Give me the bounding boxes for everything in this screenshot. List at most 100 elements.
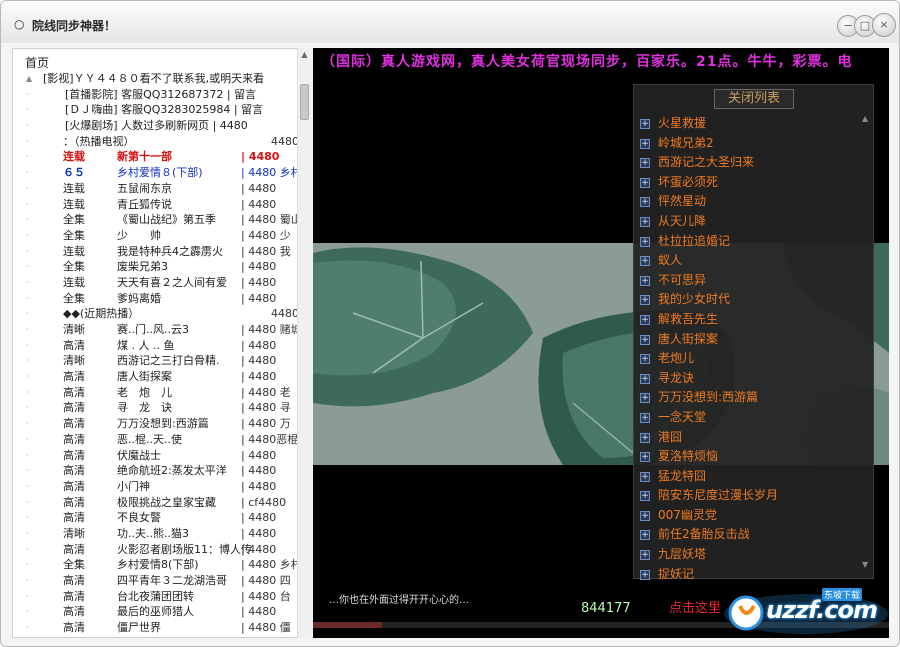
movie-list-item[interactable]: + 西游记之大圣归来 — [634, 153, 875, 173]
tree-row[interactable]: · 高清 台北夜蒲团团转 | 4480 台 — [13, 589, 299, 605]
tree-row[interactable]: · 高清 四平青年３二龙湖浩哥 | 4480 四 — [13, 573, 299, 589]
tree-row[interactable]: ▲ [影视]ＹＹ４４８０看不了联系我,或明天来看 — [13, 71, 299, 87]
tree-row[interactable]: · 全集 少 帅 | 4480 少 — [13, 228, 299, 244]
movie-list-item[interactable]: + 老炮儿 — [634, 349, 875, 369]
movie-list-item[interactable]: + 怦然星动 — [634, 192, 875, 212]
tree-row[interactable]: · 全集 爹妈离婚 | 4480 — [13, 291, 299, 307]
tree-row[interactable]: · ◆◆(近期热播） 4480 — [13, 306, 299, 322]
movie-list-item[interactable]: + 蚁人 — [634, 251, 875, 271]
expand-plus-icon[interactable]: + — [640, 412, 650, 423]
movie-list-item[interactable]: + 火星救援 — [634, 114, 875, 134]
tree-row[interactable]: ·高清恶..棍..天..使| 4480恶棍天使 — [13, 432, 309, 448]
expand-plus-icon[interactable]: + — [640, 314, 650, 325]
tree-row[interactable]: · 全集 《蜀山战纪》第五季 | 4480 蜀山 — [13, 212, 302, 228]
tree-row[interactable]: · 全集 废柴兄弟3 | 4480 — [13, 259, 299, 275]
tree-row[interactable]: · 高清 唐人街探案 | 4480 — [13, 369, 299, 385]
click-here-link[interactable]: 点击这里 — [669, 597, 721, 616]
movie-list-item[interactable]: +007幽灵党 — [634, 506, 875, 526]
ad-marquee[interactable]: （国际）真人游戏网，真人美女荷官现场同步，百家乐。21点。牛牛，彩票。电 — [321, 51, 852, 71]
movie-list-item[interactable]: + 猛龙特囧 — [634, 467, 875, 487]
movie-list-item[interactable]: + 万万没想到:西游篇 — [634, 388, 875, 408]
program-title: 乡村爱情８(下部) — [117, 166, 203, 180]
tree-row[interactable]: · 高清 僵尸世界 | 4480 僵 — [13, 620, 299, 636]
expand-plus-icon[interactable]: + — [640, 216, 650, 227]
tree-row[interactable]: · 连载 天天有喜２之人间有爱 | 4480 — [13, 275, 299, 291]
expand-plus-icon[interactable]: + — [640, 158, 650, 169]
tree-root-home[interactable]: 首页 — [25, 55, 49, 71]
tree-row[interactable]: · 高清 煤 . 人 .. 鱼 | 4480 — [13, 338, 299, 354]
tree-row[interactable]: · 高清 万万没想到:西游篇 | 4480 万 — [13, 416, 299, 432]
expand-plus-icon[interactable]: + — [640, 138, 650, 149]
quality-label: 全集 — [63, 213, 85, 227]
movie-list-item[interactable]: + 捉妖记 — [634, 565, 875, 585]
movie-list-item[interactable]: + 唐人街探案 — [634, 330, 875, 350]
tree-row-text: [火爆剧场] 人数过多刷新网页 | 4480 — [43, 119, 248, 133]
movie-list-item[interactable]: + 九层妖塔 — [634, 545, 875, 565]
movie-list-item[interactable]: + 港囧 — [634, 428, 875, 448]
movie-list-item[interactable]: + 前任2备胎反击战 — [634, 525, 875, 545]
movie-list-item[interactable]: + 杜拉拉追婚记 — [634, 232, 875, 252]
movie-list-item[interactable]: + 陪安东尼度过漫长岁月 — [634, 486, 875, 506]
list-scrollbar[interactable]: ▲ ▼ — [861, 114, 872, 574]
scroll-thumb[interactable] — [300, 84, 309, 120]
expand-plus-icon[interactable]: + — [640, 177, 650, 188]
tree-row[interactable]: · 连载 新第十一部 | 4480 — [13, 149, 299, 165]
expand-plus-icon[interactable]: + — [640, 569, 650, 580]
movie-list-item[interactable]: + 夏洛特烦恼 — [634, 447, 875, 467]
expand-plus-icon[interactable]: + — [640, 491, 650, 502]
expand-plus-icon[interactable]: + — [640, 275, 650, 286]
close-button[interactable]: × — [872, 13, 896, 37]
expand-plus-icon[interactable]: + — [640, 295, 650, 306]
expand-plus-icon[interactable]: + — [640, 393, 650, 404]
tree-row[interactable]: · ６５ 乡村爱情８(下部) | 4480 乡村 — [13, 165, 302, 181]
tree-row[interactable]: · 连载 我是特种兵4之霹雳火 | 4480 我 — [13, 244, 299, 260]
expand-plus-icon[interactable]: + — [640, 373, 650, 384]
tree-scrollbar[interactable]: ▲ — [297, 48, 311, 638]
tree-row[interactable]: · [火爆剧场] 人数过多刷新网页 | 4480 — [13, 118, 299, 134]
expand-plus-icon[interactable]: + — [640, 510, 650, 521]
tree-row[interactable]: · [首播影院] 客服QQ312687372 | 留言 — [13, 87, 299, 103]
tree-row[interactable]: · ：（热播电视） 4480 — [13, 134, 299, 150]
expand-plus-icon[interactable]: + — [640, 354, 650, 365]
tree-row[interactable]: · 清晰 赛..门..风..云3 | 4480 赌城风 — [13, 322, 309, 338]
movie-title: 火星救援 — [658, 116, 707, 130]
expand-plus-icon[interactable]: + — [640, 452, 650, 463]
tree-row[interactable]: · [ＤＪ嗨曲] 客服QQ3283025984 | 留言 — [13, 102, 299, 118]
tree-row[interactable]: · 连载 青丘狐传说 | 4480 — [13, 197, 299, 213]
tree-row[interactable]: · 高清 火影忍者剧场版11：博人传 | 4480 — [13, 542, 299, 558]
tree-row[interactable]: · 高清 不良女警 | 4480 — [13, 510, 299, 526]
movie-list-item[interactable]: + 一念天堂 — [634, 408, 875, 428]
scroll-up-icon[interactable]: ▲ — [298, 48, 311, 61]
movie-list-item[interactable]: + 岭城兄弟2 — [634, 134, 875, 154]
expand-plus-icon[interactable]: + — [640, 530, 650, 541]
tree-row[interactable]: · 连载 五鼠闹东京 | 4480 — [13, 181, 299, 197]
tree-row[interactable]: · 高清 小门神 | 4480 — [13, 479, 299, 495]
movie-list-item[interactable]: + 寻龙诀 — [634, 369, 875, 389]
movie-list-item[interactable]: + 坏蛋必须死 — [634, 173, 875, 193]
scroll-down-icon[interactable]: ▼ — [862, 560, 868, 569]
tree-row[interactable]: · 全集 乡村爱情8(下部) | 4480 乡村 — [13, 557, 302, 573]
scroll-up-icon[interactable]: ▲ — [862, 114, 868, 123]
expand-plus-icon[interactable]: + — [640, 236, 650, 247]
expand-plus-icon[interactable]: + — [640, 334, 650, 345]
tree-row[interactable]: · 清晰 西游记之三打白骨精. | 4480 — [13, 353, 299, 369]
tree-row[interactable]: · 高清 老 炮 儿 | 4480 老 — [13, 385, 299, 401]
expand-plus-icon[interactable]: + — [640, 471, 650, 482]
title-bar[interactable]: ○ 院线同步神器！ − □ × — [1, 1, 899, 43]
expand-plus-icon[interactable]: + — [640, 197, 650, 208]
close-list-button[interactable]: 关闭列表 — [714, 89, 794, 109]
tree-row[interactable]: · 高清 寻 龙 诀 | 4480 寻 — [13, 400, 299, 416]
movie-list-item[interactable]: + 不可思异 — [634, 271, 875, 291]
movie-list-item[interactable]: + 从天儿降 — [634, 212, 875, 232]
tree-row[interactable]: · 高清 绝命航班2:蒸发太平洋 | 4480 — [13, 463, 299, 479]
tree-row[interactable]: · 高清 最后的巫师猎人 | 4480 — [13, 604, 299, 620]
tree-row[interactable]: · 清晰 功..夫..熊..猫3 | 4480 — [13, 526, 299, 542]
movie-list-item[interactable]: + 解救吾先生 — [634, 310, 875, 330]
expand-plus-icon[interactable]: + — [640, 550, 650, 561]
movie-list-item[interactable]: + 我的少女时代 — [634, 290, 875, 310]
expand-plus-icon[interactable]: + — [640, 119, 650, 129]
tree-row[interactable]: · 高清 极限挑战之皇家宝藏 | cf4480 — [13, 495, 299, 511]
expand-plus-icon[interactable]: + — [640, 432, 650, 443]
tree-row[interactable]: · 高清 伏魔战士 | 4480 — [13, 448, 299, 464]
expand-plus-icon[interactable]: + — [640, 256, 650, 267]
